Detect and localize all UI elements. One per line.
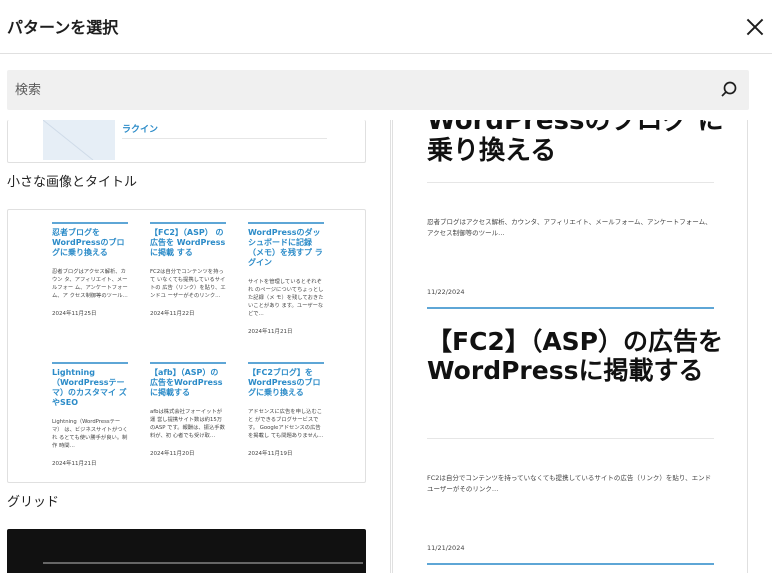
preview-post-excerpt: FC2は自分でコンテンツを持っていなくても提携しているサイトの広告（リンク）を貼… <box>427 474 712 493</box>
grid-item-title: 【afb】（ASP）の 広告をWordPress に掲載する <box>150 368 223 397</box>
grid-item-date: 2024年11月21日 <box>52 461 97 467</box>
grid-item: 【FC2】（ASP） の広告を WordPressに掲載 する FC2は自分でコ… <box>150 222 226 317</box>
grid-item-date: 2024年11月20日 <box>150 451 195 457</box>
grid-item-title: 【FC2ブログ】を WordPressのブロ グに乗り換える <box>248 368 321 397</box>
grid-item: Lightning （WordPressテー マ）のカスタマイ ズやSEO Li… <box>52 362 128 467</box>
grid-item-excerpt: 忍者ブログはアクセス解析、カウン タ、アフィリエイト、メールフォー ム、アンケー… <box>52 269 128 299</box>
thumbnail-post-title: ラクイン <box>122 125 159 135</box>
preview-post-bar <box>427 307 714 309</box>
pattern-label-grid: グリッド <box>7 495 60 510</box>
thumbnail-image <box>42 120 115 161</box>
search-box <box>7 70 749 110</box>
grid-item-bar <box>52 222 128 224</box>
grid-item-excerpt: サイトを管理しているとそれぞれ のページについてちょっとした記録（メ モ）を残し… <box>248 279 324 317</box>
grid-item-bar <box>52 362 128 364</box>
dark-card-divider <box>43 562 363 564</box>
preview-post-date: 11/22/2024 <box>427 288 465 296</box>
grid-item-title: 忍者ブログを WordPressのブロ グに乗り換える <box>52 228 125 257</box>
grid-item-date: 2024年11月22日 <box>150 311 195 317</box>
grid-item-excerpt: FC2は自分でコンテンツを持って いなくても提携しているサイトの 広告（リンク）… <box>150 269 226 299</box>
pattern-modal: パターンを選択 ラクイン 小さな画像とタイトル 忍者ブログを WordPress… <box>0 0 772 573</box>
grid-item-bar <box>248 362 324 364</box>
modal-header: パターンを選択 <box>0 0 772 54</box>
grid-item-bar <box>248 222 324 224</box>
preview-divider <box>427 438 714 439</box>
grid-item: 【afb】（ASP）の 広告をWordPress に掲載する afbは株式会社フ… <box>150 362 226 457</box>
pattern-card-grid[interactable]: 忍者ブログを WordPressのブロ グに乗り換える 忍者ブログはアクセス解析… <box>7 209 366 483</box>
preview-divider <box>427 182 714 183</box>
grid-item-excerpt: afbは株式会社フォーイットが運 営し提携サイト数は約15万のASP です。報酬… <box>150 409 225 439</box>
close-icon[interactable] <box>742 14 768 40</box>
pattern-preview: WordPressのブログ に乗り換える 忍者ブログはアクセス解析、カウンタ、ア… <box>392 120 748 573</box>
preview-post-title: 【FC2】（ASP）の広告をWordPressに掲載する <box>427 327 723 385</box>
grid-item: 忍者ブログを WordPressのブロ グに乗り換える 忍者ブログはアクセス解析… <box>52 222 128 317</box>
grid-item-title: Lightning （WordPressテー マ）のカスタマイ ズやSEO <box>52 368 127 407</box>
grid-item-excerpt: Lightning（WordPressテーマ） は、ビジネスサイトがつくれ ると… <box>52 419 128 449</box>
panel-divider <box>390 120 391 573</box>
preview-post-excerpt: 忍者ブログはアクセス解析、カウンタ、アフィリエイト、メールフォーム、アンケートフ… <box>427 218 712 237</box>
modal-title: パターンを選択 <box>7 18 119 37</box>
grid-item-date: 2024年11月21日 <box>248 329 293 335</box>
grid-item-bar <box>150 222 226 224</box>
grid-item-date: 2024年11月25日 <box>52 311 97 317</box>
grid-item-title: WordPressのダッ シュボードに記録 （メモ）を残すプ ラグイン <box>248 228 323 267</box>
preview-post-title: WordPressのブログ に乗り換える <box>427 120 724 166</box>
grid-item-excerpt: アドセンスに広告を申し込むこと ができるブログサービスです。 Googleアドセ… <box>248 409 324 439</box>
preview-post-date: 11/21/2024 <box>427 544 465 552</box>
pattern-card-small-image-title[interactable]: ラクイン <box>7 120 366 163</box>
search-input[interactable] <box>7 70 707 110</box>
search-icon[interactable] <box>717 78 741 102</box>
grid-item-bar <box>150 362 226 364</box>
preview-post-bar <box>427 563 714 565</box>
pattern-label-small-image-title: 小さな画像とタイトル <box>7 175 138 190</box>
grid-item-title: 【FC2】（ASP） の広告を WordPressに掲載 する <box>150 228 226 257</box>
pattern-card-dark[interactable] <box>7 529 366 573</box>
grid-item: 【FC2ブログ】を WordPressのブロ グに乗り換える アドセンスに広告を… <box>248 362 324 457</box>
thumbnail-divider <box>122 138 327 139</box>
grid-item-date: 2024年11月19日 <box>248 451 293 457</box>
pattern-list: ラクイン 小さな画像とタイトル 忍者ブログを WordPressのブロ グに乗り… <box>0 120 390 573</box>
grid-item: WordPressのダッ シュボードに記録 （メモ）を残すプ ラグイン サイトを… <box>248 222 324 335</box>
